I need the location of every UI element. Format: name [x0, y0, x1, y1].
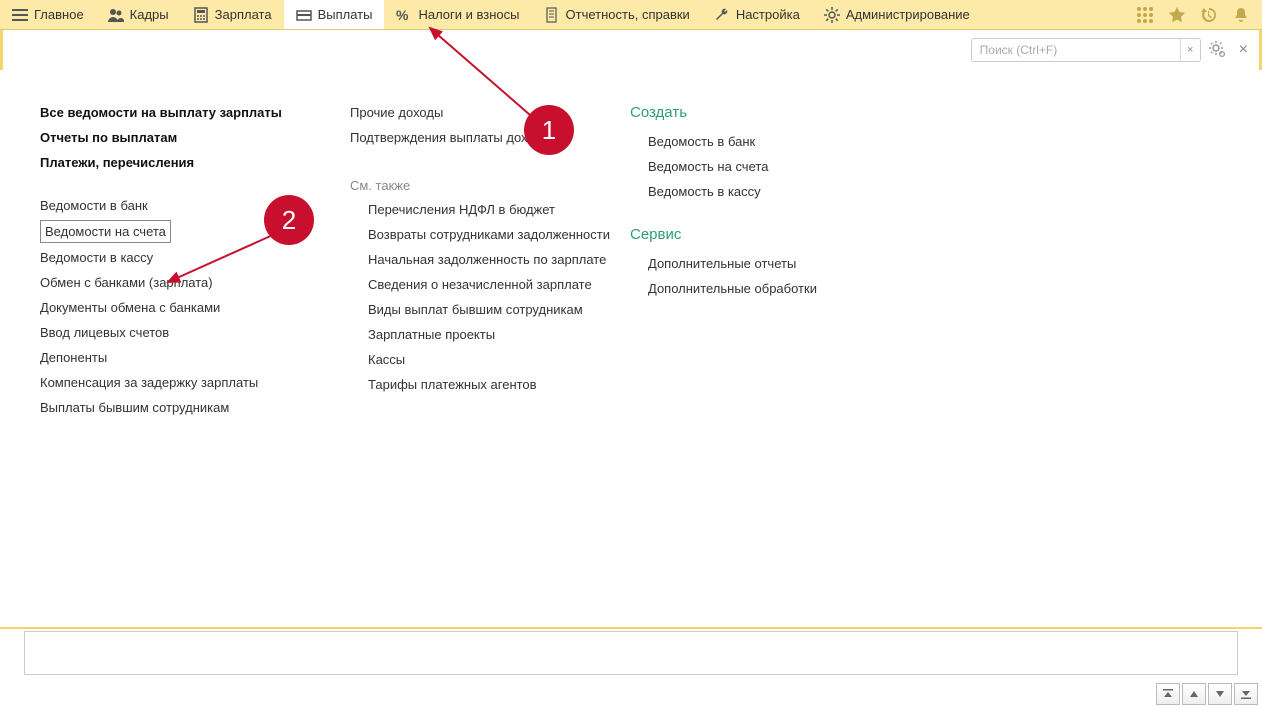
column-left: Все ведомости на выплату зарплаты Отчеты… [40, 100, 350, 599]
star-icon[interactable] [1168, 6, 1186, 24]
link-create-account-statement[interactable]: Ведомость на счета [630, 154, 890, 179]
wallet-icon [296, 7, 312, 23]
panel-settings-icon[interactable] [1209, 41, 1227, 59]
menu-label: Выплаты [318, 7, 373, 22]
service-list: Дополнительные отчеты Дополнительные обр… [630, 251, 890, 301]
link-all-statements[interactable]: Все ведомости на выплату зарплаты [40, 100, 350, 125]
link-account-statements[interactable]: Ведомости на счета [40, 220, 171, 243]
menu-nastroyka[interactable]: Настройка [702, 0, 812, 29]
menu-icon [12, 7, 28, 23]
menu-zarplata[interactable]: Зарплата [181, 0, 284, 29]
link-depositors[interactable]: Депоненты [40, 345, 350, 370]
column-right: Создать Ведомость в банк Ведомость на сч… [630, 100, 890, 599]
link-bank-exchange[interactable]: Обмен с банками (зарплата) [40, 270, 350, 295]
bottom-panel [24, 631, 1238, 675]
link-cashdesks[interactable]: Кассы [350, 347, 630, 372]
link-payment-agent-tariffs[interactable]: Тарифы платежных агентов [350, 372, 630, 397]
link-payment-confirmations[interactable]: Подтверждения выплаты дох [350, 125, 630, 150]
document-icon [544, 7, 560, 23]
link-initial-salary-debt[interactable]: Начальная задолженность по зарплате [350, 247, 630, 272]
link-former-employee-payments[interactable]: Выплаты бывшим сотрудникам [40, 395, 350, 420]
link-payment-reports[interactable]: Отчеты по выплатам [40, 125, 350, 150]
scroll-down-button[interactable] [1208, 683, 1232, 705]
menu-label: Главное [34, 7, 84, 22]
svg-text:%: % [396, 7, 409, 23]
menu-vyplaty[interactable]: Выплаты [284, 0, 385, 29]
divider [0, 627, 1262, 629]
service-title: Сервис [630, 222, 890, 251]
people-icon [108, 7, 124, 23]
search-input[interactable] [972, 43, 1180, 57]
menu-admin[interactable]: Администрирование [812, 0, 982, 29]
link-uncredited-salary-info[interactable]: Сведения о незачисленной зарплате [350, 272, 630, 297]
sub-bar: × × [0, 30, 1262, 70]
link-extra-processings[interactable]: Дополнительные обработки [630, 276, 890, 301]
link-employee-debt-returns[interactable]: Возвраты сотрудниками задолженности [350, 222, 630, 247]
menu-label: Зарплата [215, 7, 272, 22]
menu-otchetnost[interactable]: Отчетность, справки [532, 0, 702, 29]
bottom-nav-buttons [1156, 683, 1258, 705]
link-cash-statements[interactable]: Ведомости в кассу [40, 245, 350, 270]
link-extra-reports[interactable]: Дополнительные отчеты [630, 251, 890, 276]
gear-icon [824, 7, 840, 23]
calculator-icon [193, 7, 209, 23]
link-delay-compensation[interactable]: Компенсация за задержку зарплаты [40, 370, 350, 395]
menu-nalogi[interactable]: % Налоги и взносы [384, 0, 531, 29]
menu-label: Кадры [130, 7, 169, 22]
link-personal-accounts[interactable]: Ввод лицевых счетов [40, 320, 350, 345]
column-middle: Прочие доходы Подтверждения выплаты дох … [350, 100, 630, 599]
menu-label: Администрирование [846, 7, 970, 22]
scroll-up-button[interactable] [1182, 683, 1206, 705]
see-also-list: Перечисления НДФЛ в бюджет Возвраты сотр… [350, 197, 630, 397]
create-list: Ведомость в банк Ведомость на счета Ведо… [630, 129, 890, 204]
bell-icon[interactable] [1232, 6, 1250, 24]
link-former-payment-types[interactable]: Виды выплат бывшим сотрудникам [350, 297, 630, 322]
topbar-right [1124, 0, 1262, 29]
scroll-bottom-button[interactable] [1234, 683, 1258, 705]
link-salary-projects[interactable]: Зарплатные проекты [350, 322, 630, 347]
see-also-title: См. также [350, 168, 630, 197]
search-box: × [971, 38, 1201, 62]
link-ndfl-transfers[interactable]: Перечисления НДФЛ в бюджет [350, 197, 630, 222]
callout-2: 2 [264, 195, 314, 245]
scroll-top-button[interactable] [1156, 683, 1180, 705]
link-create-bank-statement[interactable]: Ведомость в банк [630, 129, 890, 154]
link-bank-exchange-docs[interactable]: Документы обмена с банками [40, 295, 350, 320]
menu-label: Отчетность, справки [566, 7, 690, 22]
wrench-icon [714, 7, 730, 23]
callout-1: 1 [524, 105, 574, 155]
create-title: Создать [630, 100, 890, 129]
link-create-cash-statement[interactable]: Ведомость в кассу [630, 179, 890, 204]
link-other-income[interactable]: Прочие доходы [350, 100, 630, 125]
apps-icon[interactable] [1136, 6, 1154, 24]
close-panel-button[interactable]: × [1235, 41, 1252, 59]
history-icon[interactable] [1200, 6, 1218, 24]
link-payments-transfers[interactable]: Платежи, перечисления [40, 150, 350, 175]
menu-label: Настройка [736, 7, 800, 22]
content-area: Все ведомости на выплату зарплаты Отчеты… [0, 70, 1262, 629]
search-clear-button[interactable]: × [1180, 39, 1200, 61]
menu-label: Налоги и взносы [418, 7, 519, 22]
percent-icon: % [396, 7, 412, 23]
top-menu-bar: Главное Кадры Зарплата Выплаты % Налоги … [0, 0, 1262, 30]
menu-main[interactable]: Главное [0, 0, 96, 29]
menu-kadry[interactable]: Кадры [96, 0, 181, 29]
